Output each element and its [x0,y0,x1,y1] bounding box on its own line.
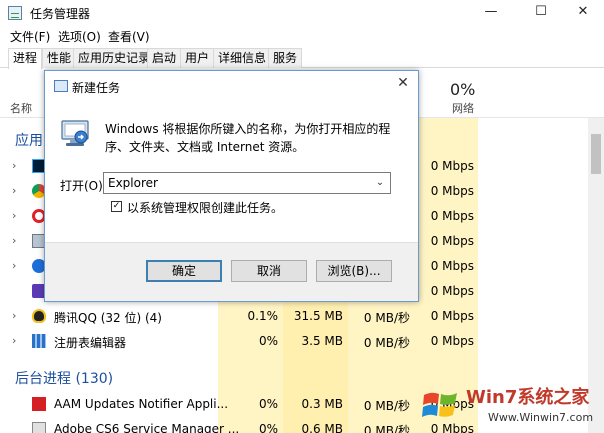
table-row[interactable]: › 注册表编辑器 0% 3.5 MB 0 MB/秒 0 Mbps [0,329,588,354]
tab-startup[interactable]: 启动 [147,48,182,68]
title-bar[interactable]: 任务管理器 — ☐ ✕ [0,0,604,26]
section-background: 后台进程 (130) [15,371,114,387]
admin-checkbox[interactable]: ✓ [111,201,122,212]
network-value: 0 Mbps [430,184,474,198]
tab-app-history[interactable]: 应用历史记录 [73,48,156,68]
chevron-right-icon[interactable]: › [12,309,16,322]
tab-strip: 进程 性能 应用历史记录 启动 用户 详细信息 服务 [0,46,604,69]
tab-users[interactable]: 用户 [180,48,215,68]
qq-penguin-icon [32,309,46,323]
windows-flag-icon [422,392,457,417]
network-value: 0 Mbps [430,259,474,273]
watermark-url: Www.Winwin7.com [488,411,594,424]
chevron-right-icon[interactable]: › [12,184,16,197]
network-percent: 0% [450,80,476,99]
network-value: 0 Mbps [430,159,474,173]
browse-button[interactable]: 浏览(B)... [316,260,392,282]
menu-bar: 文件(F) 选项(O) 查看(V) [0,26,604,46]
scrollbar-thumb[interactable] [591,134,601,174]
network-value: 0 Mbps [430,334,474,348]
ok-button[interactable]: 确定 [146,260,222,282]
cancel-button[interactable]: 取消 [231,260,307,282]
process-name: 注册表编辑器 [54,336,127,350]
disk-value: 0 MB/秒 [363,336,410,350]
network-value: 0 Mbps [430,234,474,248]
adobe-icon [32,397,46,411]
watermark-brand: Win7系统之家 [466,387,590,408]
process-name: 腾讯QQ (32 位) (4) [54,311,162,325]
dialog-description: Windows 将根据你所键入的名称，为你打开相应的程序、文件夹、文档或 Int… [105,122,391,154]
tab-details[interactable]: 详细信息 [213,48,272,68]
process-name: Adobe CS6 Service Manager ... [54,422,240,433]
dialog-close-button[interactable]: ✕ [393,75,413,91]
close-button[interactable]: ✕ [560,0,604,26]
menu-view[interactable]: 查看(V) [108,28,150,45]
cpu-value: 0.1% [247,309,279,323]
process-name: AAM Updates Notifier Appli... [54,397,229,411]
memory-value: 3.5 MB [301,334,343,348]
task-manager-icon [8,6,22,20]
disk-value: 0 MB/秒 [363,399,410,413]
chevron-right-icon[interactable]: › [12,259,16,272]
minimize-button[interactable]: — [468,0,514,26]
cpu-value: 0% [258,334,278,348]
memory-value: 0.6 MB [301,422,343,433]
cpu-value: 0% [258,397,278,411]
service-icon [32,422,46,433]
open-combobox[interactable]: ⌄ [103,172,391,194]
menu-file[interactable]: 文件(F) [10,28,50,45]
dialog-footer: 确定 取消 浏览(B)... [45,242,418,301]
chevron-right-icon[interactable]: › [12,209,16,222]
column-network[interactable]: 网络 [452,100,474,116]
tab-services[interactable]: 服务 [268,48,303,68]
table-row[interactable]: › 腾讯QQ (32 位) (4) 0.1% 31.5 MB 0 MB/秒 0 … [0,304,588,329]
network-value: 0 Mbps [430,284,474,298]
new-task-dialog: 新建任务 ✕ Windows 将根据你所键入的名称，为你打开相应的程序、文件夹、… [44,70,419,302]
memory-value: 31.5 MB [293,309,343,323]
chevron-right-icon[interactable]: › [12,234,16,247]
dialog-title-icon [54,80,68,92]
open-label: 打开(O): [60,179,107,193]
window-title: 任务管理器 [30,7,91,21]
dialog-title: 新建任务 [72,81,121,95]
tab-processes[interactable]: 进程 [8,48,43,69]
memory-value: 0.3 MB [301,397,343,411]
section-apps: 应用 [15,133,43,149]
admin-checkbox-label[interactable]: 以系统管理权限创建此任务。 [127,199,283,216]
tab-performance[interactable]: 性能 [42,48,77,68]
cpu-value: 0% [258,422,278,433]
chevron-right-icon[interactable]: › [12,159,16,172]
maximize-button[interactable]: ☐ [518,0,564,26]
run-program-icon [61,120,89,146]
network-value: 0 Mbps [430,309,474,323]
chevron-down-icon[interactable]: ⌄ [372,174,388,192]
chevron-right-icon[interactable]: › [12,334,16,347]
disk-value: 0 MB/秒 [363,311,410,325]
disk-value: 0 MB/秒 [363,424,410,433]
registry-editor-icon [32,334,46,348]
open-input[interactable] [108,175,368,191]
menu-options[interactable]: 选项(O) [58,28,101,45]
watermark-logo: Win7系统之家 Www.Winwin7.com [418,377,604,433]
network-value: 0 Mbps [430,209,474,223]
column-name[interactable]: 名称 [10,100,32,116]
